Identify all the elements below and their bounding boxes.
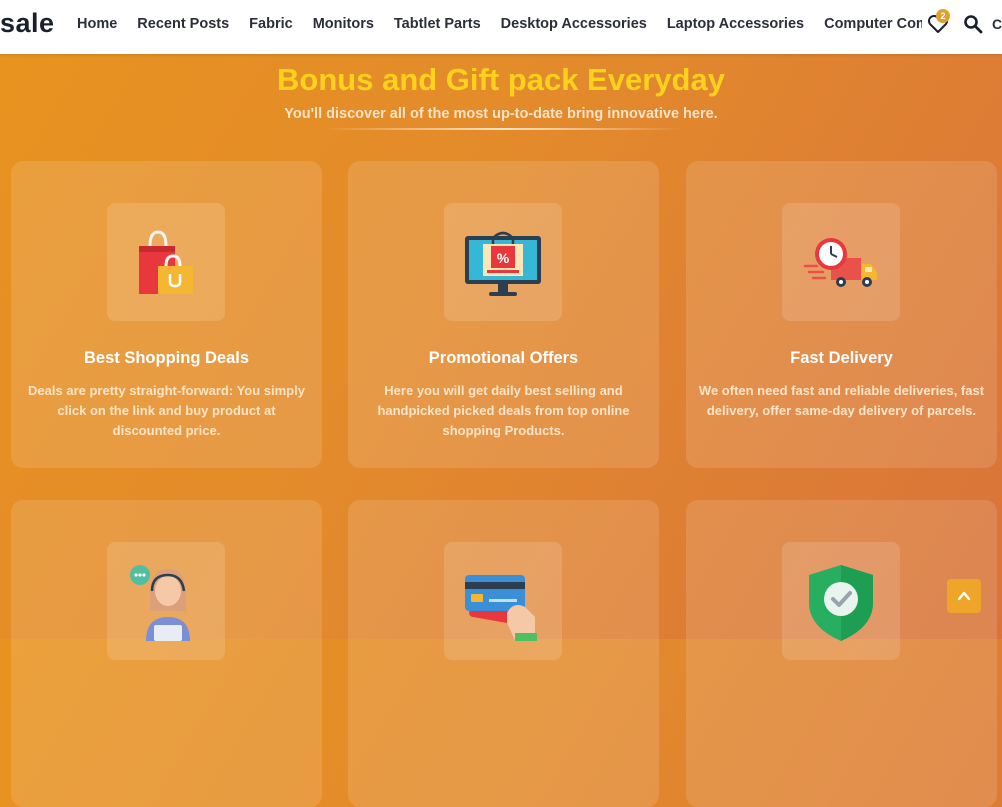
cart-label[interactable]: C [992,16,1002,32]
feature-icon-box [107,542,225,660]
feature-description: Deals are pretty straight-forward: You s… [28,383,305,438]
feature-title: Fast Delivery [790,349,893,367]
nav-item-tablet-parts[interactable]: Tabtlet Parts [394,16,481,32]
monitor-offer-icon: % [465,231,541,296]
feature-card-secure[interactable] [686,500,997,807]
feature-icon-box [444,542,562,660]
feature-card-support[interactable] [11,500,322,807]
feature-title: Promotional Offers [428,349,579,367]
nav-item-recent-posts[interactable]: Recent Posts [137,16,229,32]
feature-card-promotional-offers[interactable]: % Promotional Offers Here you will get d… [348,161,659,468]
main-nav: Home Recent Posts Fabric Monitors Tabtle… [77,16,922,32]
feature-card-best-shopping-deals[interactable]: Best Shopping Deals Deals are pretty str… [11,161,322,468]
nav-clip: sale Home Recent Posts Fabric Monitors T… [0,0,922,54]
nav-item-home[interactable]: Home [77,16,117,32]
shield-check-icon [809,565,873,641]
section-subtitle: You'll discover all of the most up-to-da… [284,106,718,122]
feature-icon-box [107,203,225,321]
nav-item-monitors[interactable]: Monitors [313,16,374,32]
credit-card-icon [465,575,537,641]
feature-description: We often need fast and reliable deliveri… [698,383,985,418]
delivery-truck-icon [803,238,877,287]
title-divider [322,128,684,130]
svg-text:%: % [497,250,510,266]
chevron-up-icon [957,591,971,601]
nav-item-laptop-accessories[interactable]: Laptop Accessories [667,16,804,32]
wishlist-count-badge: 2 [936,9,950,23]
feature-icon-box [782,203,900,321]
feature-icon-box [782,542,900,660]
shopping-bags-icon [139,230,193,294]
site-header: sale Home Recent Posts Fabric Monitors T… [0,0,1002,54]
feature-description: Here you will get daily best selling and… [377,383,630,438]
feature-icon-box: % [444,203,562,321]
feature-card-fast-delivery[interactable]: Fast Delivery We often need fast and rel… [686,161,997,468]
nav-item-computer-components[interactable]: Computer Comp [824,16,922,32]
search-icon[interactable] [963,14,983,34]
site-logo[interactable]: sale [0,8,55,39]
nav-item-fabric[interactable]: Fabric [249,16,293,32]
section-title: Bonus and Gift pack Everyday [277,62,725,97]
support-agent-icon [130,565,190,641]
feature-title: Best Shopping Deals [83,349,250,367]
feature-card-payment[interactable] [348,500,659,807]
scroll-to-top-button[interactable] [947,579,981,613]
nav-item-desktop-accessories[interactable]: Desktop Accessories [501,16,647,32]
